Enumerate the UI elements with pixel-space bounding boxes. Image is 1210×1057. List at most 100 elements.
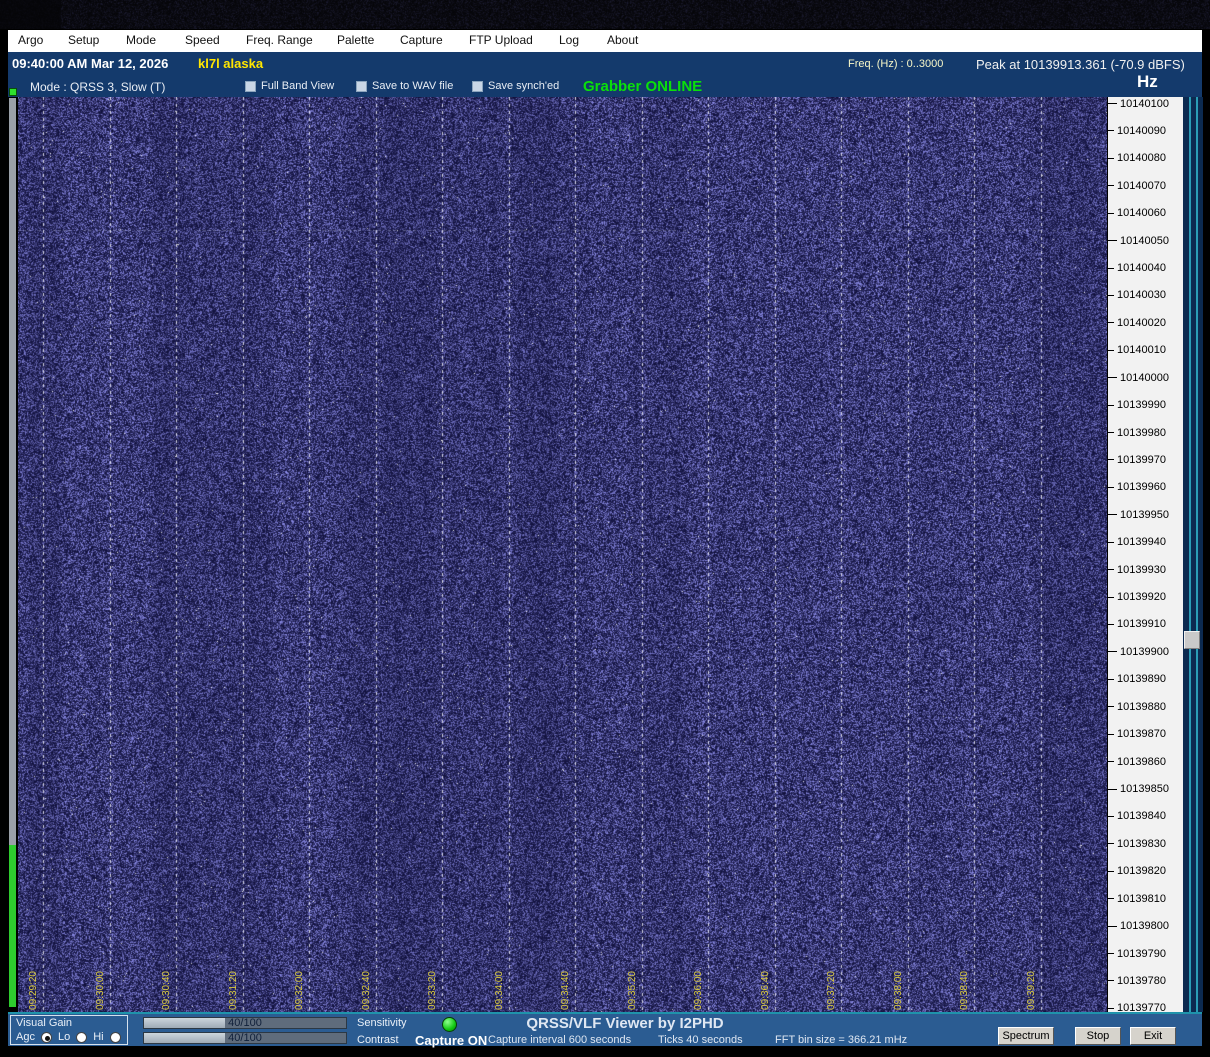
freq-tick — [1108, 597, 1114, 598]
freq-label-row: 10140060 — [1108, 207, 1166, 220]
freq-tick — [1108, 734, 1114, 735]
freq-label: 10139770 — [1117, 1002, 1166, 1012]
freq-label-row: 10139900 — [1108, 645, 1169, 658]
freq-tick — [1108, 624, 1114, 625]
menu-item-log[interactable]: Log — [559, 33, 579, 47]
freq-label-row: 10140050 — [1108, 234, 1169, 247]
time-label: 09:38:40 — [959, 971, 970, 1010]
status-bar: 09:40:00 AM Mar 12, 2026 kl7l alaska Fre… — [8, 52, 1202, 77]
peak-readout: Peak at 10139913.361 (-70.9 dBFS) — [976, 57, 1185, 72]
menu-item-speed[interactable]: Speed — [185, 33, 220, 47]
stop-button[interactable]: Stop — [1075, 1027, 1121, 1045]
checkbox-icon[interactable] — [356, 81, 367, 92]
freq-tick — [1108, 158, 1114, 159]
freq-tick — [1108, 980, 1114, 981]
checkbox-save-synch-ed[interactable]: Save synch'ed — [472, 80, 559, 92]
checkbox-full-band-view[interactable]: Full Band View — [245, 80, 334, 92]
freq-label: 10139810 — [1117, 893, 1166, 905]
freq-tick — [1108, 487, 1114, 488]
capture-progress-indicator — [9, 88, 17, 96]
exit-button[interactable]: Exit — [1130, 1027, 1176, 1045]
time-label: 09:30:40 — [161, 971, 172, 1010]
menu-item-palette[interactable]: Palette — [337, 33, 374, 47]
freq-label: 10140060 — [1117, 207, 1166, 219]
radio-agc[interactable] — [41, 1032, 52, 1043]
freq-label-row: 10140020 — [1108, 316, 1166, 329]
freq-tick — [1108, 542, 1114, 543]
freq-label: 10140050 — [1120, 235, 1169, 247]
freq-label: 10139990 — [1117, 399, 1166, 411]
freq-label-row: 10139990 — [1108, 399, 1166, 412]
radio-label-agc: Agc — [16, 1031, 35, 1043]
sensitivity-label: Sensitivity — [357, 1017, 407, 1029]
frequency-scroll-thumb[interactable] — [1184, 631, 1200, 649]
freq-label: 10139880 — [1117, 701, 1166, 713]
menu-item-freq-range[interactable]: Freq. Range — [246, 33, 313, 47]
freq-label: 10139840 — [1117, 810, 1166, 822]
capture-led-icon — [442, 1017, 457, 1032]
menu-item-setup[interactable]: Setup — [68, 33, 99, 47]
capture-progress-track — [9, 98, 16, 1007]
spectrum-button[interactable]: Spectrum — [998, 1027, 1054, 1045]
freq-label-row: 10139970 — [1108, 453, 1166, 466]
radio-lo[interactable] — [76, 1032, 87, 1043]
freq-label-row: 10140000 — [1108, 371, 1169, 384]
freq-label-row: 10139950 — [1108, 508, 1169, 521]
hz-unit-label: Hz — [1137, 72, 1158, 92]
freq-label: 10139940 — [1117, 536, 1166, 548]
freq-label-row: 10139790 — [1108, 947, 1166, 960]
checkbox-label: Save to WAV file — [372, 80, 453, 92]
radio-hi[interactable] — [110, 1032, 121, 1043]
ticks-label: Ticks 40 seconds — [658, 1034, 743, 1046]
visual-gain-label: Visual Gain — [16, 1017, 72, 1029]
frequency-scale: 10140100 10140090 10140080 10140070 10140060… — [1108, 97, 1183, 1012]
menu-item-capture[interactable]: Capture — [400, 33, 443, 47]
time-label: 09:39:20 — [1026, 971, 1037, 1010]
bottom-control-panel: Visual Gain Agc Lo Hi 40/100 40/100 Sensit… — [8, 1012, 1202, 1046]
time-label: 09:36:00 — [693, 971, 704, 1010]
freq-label: 10139980 — [1117, 427, 1166, 439]
spectrogram-canvas[interactable] — [18, 97, 1107, 1012]
freq-tick — [1108, 322, 1114, 323]
contrast-slider[interactable]: 40/100 — [143, 1032, 347, 1044]
menu-item-argo[interactable]: Argo — [18, 33, 43, 47]
freq-label-row: 10139850 — [1108, 783, 1169, 796]
freq-tick — [1108, 926, 1117, 927]
track-groove-line — [1189, 97, 1191, 1012]
spectrogram-area[interactable]: 09:29:20 09:30:00 09:30:40 09:31:20 09:32:00… — [18, 97, 1107, 1012]
freq-label-row: 10140100 — [1108, 97, 1169, 110]
freq-label: 10139920 — [1117, 591, 1166, 603]
freq-label-row: 10139780 — [1108, 974, 1166, 987]
freq-label: 10140070 — [1117, 180, 1166, 192]
time-label: 09:33:20 — [427, 971, 438, 1010]
visual-gain-radios: Agc Lo Hi — [16, 1031, 121, 1043]
time-label: 09:34:40 — [560, 971, 571, 1010]
menu-item-ftp-upload[interactable]: FTP Upload — [469, 33, 533, 47]
freq-tick — [1108, 432, 1114, 433]
freq-tick — [1108, 953, 1114, 954]
time-label: 09:29:20 — [28, 971, 39, 1010]
freq-tick — [1108, 789, 1117, 790]
menu-item-mode[interactable]: Mode — [126, 33, 156, 47]
freq-label: 10140030 — [1117, 289, 1166, 301]
right-slider-track[interactable] — [1183, 97, 1203, 1012]
contrast-slider-value: 40/100 — [144, 1033, 346, 1044]
checkbox-icon[interactable] — [245, 81, 256, 92]
app-title: QRSS/VLF Viewer by I2PHD — [520, 1015, 730, 1032]
freq-tick — [1108, 843, 1114, 844]
sensitivity-slider[interactable]: 40/100 — [143, 1017, 347, 1029]
freq-tick — [1108, 459, 1114, 460]
checkbox-icon[interactable] — [472, 81, 483, 92]
freq-label-row: 10139980 — [1108, 426, 1166, 439]
mode-label: Mode : QRSS 3, Slow (T) — [30, 80, 165, 94]
freq-tick — [1108, 871, 1114, 872]
freq-label: 10139910 — [1117, 618, 1166, 630]
checkbox-save-to-wav-file[interactable]: Save to WAV file — [356, 80, 453, 92]
freq-tick — [1108, 185, 1114, 186]
freq-tick — [1108, 213, 1114, 214]
callsign-label: kl7l alaska — [198, 56, 263, 71]
menu-item-about[interactable]: About — [607, 33, 638, 47]
freq-tick — [1108, 651, 1117, 652]
time-label: 09:35:20 — [627, 971, 638, 1010]
time-label: 09:32:40 — [361, 971, 372, 1010]
